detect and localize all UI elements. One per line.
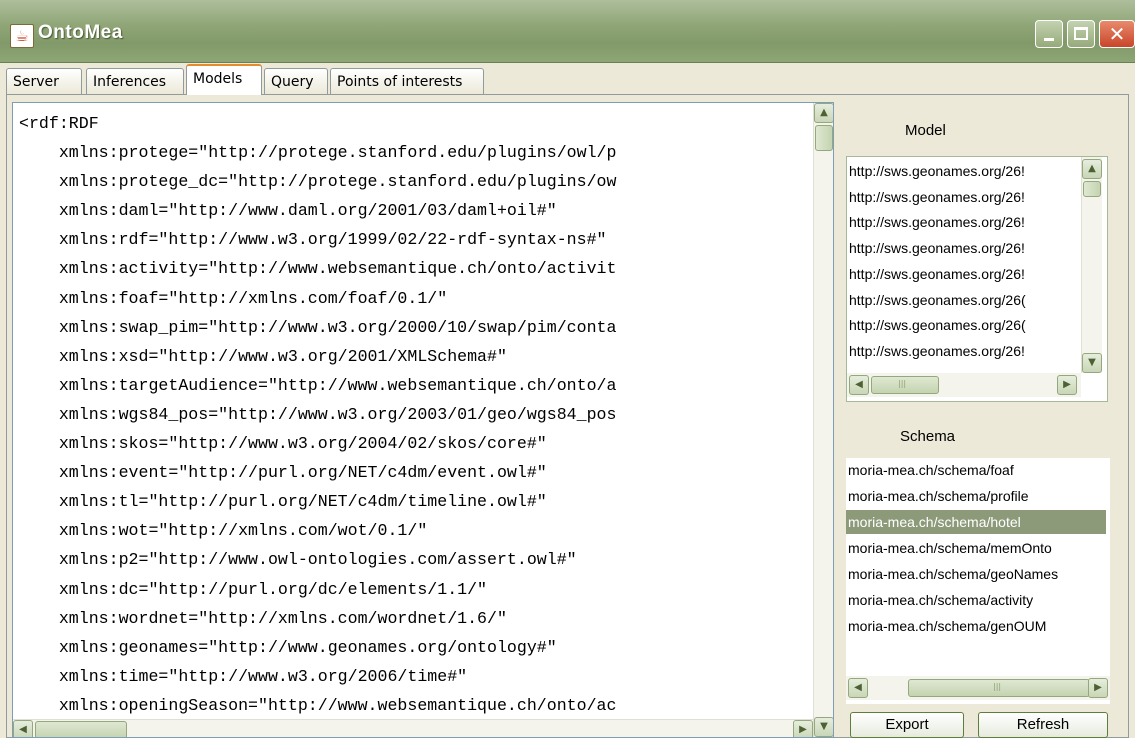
scroll-down-button[interactable]: ▼ xyxy=(814,717,833,737)
java-cup-icon: ☕ xyxy=(10,24,34,48)
model-list-item[interactable]: http://sws.geonames.org/26! xyxy=(849,159,1025,183)
rdf-text-editor[interactable]: <rdf:RDF xmlns:protege="http://protege.s… xyxy=(12,102,834,738)
code-line[interactable]: xmlns:wordnet="http://xmlns.com/wordnet/… xyxy=(19,604,616,633)
window-title: OntoMea xyxy=(38,22,123,43)
schema-list[interactable]: moria-mea.ch/schema/foaf moria-mea.ch/sch… xyxy=(846,458,1110,704)
scroll-left-button[interactable]: ◀ xyxy=(13,720,33,737)
scroll-left-button[interactable]: ◀ xyxy=(849,375,869,395)
model-list-item[interactable]: http://sws.geonames.org/26( xyxy=(849,288,1026,312)
scroll-up-button[interactable]: ▲ xyxy=(1082,159,1102,179)
schema-list-item[interactable]: moria-mea.ch/schema/memOnto xyxy=(848,536,1052,560)
code-line[interactable]: xmlns:activity="http://www.websemantique… xyxy=(19,254,617,283)
grip-icon: ||| xyxy=(898,379,907,388)
model-list-item[interactable]: http://sws.geonames.org/26! xyxy=(849,236,1025,260)
model-vertical-scrollbar[interactable]: ▲ ▼ xyxy=(1081,157,1102,373)
model-list-item[interactable]: http://sws.geonames.org/26( xyxy=(849,313,1026,337)
schema-list-item[interactable]: moria-mea.ch/schema/activity xyxy=(848,588,1033,612)
code-line[interactable]: xmlns:foaf="http://xmlns.com/foaf/0.1/" xyxy=(19,284,616,313)
refresh-button[interactable]: Refresh xyxy=(978,712,1108,738)
editor-vertical-scrollbar[interactable]: ▲ ▼ xyxy=(813,103,833,737)
code-line[interactable]: <rdf:RDF xyxy=(19,109,616,138)
export-button[interactable]: Export xyxy=(850,712,964,738)
code-line[interactable]: xmlns:wot="http://xmlns.com/wot/0.1/" xyxy=(19,516,616,545)
code-line[interactable]: xmlns:geonames="http://www.geonames.org/… xyxy=(19,633,616,662)
chevron-down-icon: ▼ xyxy=(1088,357,1096,368)
schema-label: Schema xyxy=(900,428,956,445)
code-line[interactable]: xmlns:p2="http://www.owl-ontologies.com/… xyxy=(19,545,616,574)
chevron-up-icon: ▲ xyxy=(820,107,828,118)
scroll-down-button[interactable]: ▼ xyxy=(1082,353,1102,373)
scroll-thumb[interactable] xyxy=(1083,181,1101,197)
scroll-thumb-horizontal[interactable] xyxy=(35,721,127,737)
chevron-right-icon: ▶ xyxy=(1094,682,1102,693)
code-line[interactable]: xmlns:openingSeason="http://www.webseman… xyxy=(19,691,617,720)
model-list-item[interactable]: http://sws.geonames.org/26! xyxy=(849,262,1025,286)
model-list-item[interactable]: http://sws.geonames.org/26! xyxy=(849,185,1025,209)
code-line[interactable]: xmlns:rdf="http://www.w3.org/1999/02/22-… xyxy=(19,225,616,254)
editor-horizontal-scrollbar[interactable]: ◀ ▶ xyxy=(13,719,813,737)
scroll-right-button[interactable]: ▶ xyxy=(1088,678,1108,698)
code-line[interactable]: xmlns:tl="http://purl.org/NET/c4dm/timel… xyxy=(19,487,616,516)
model-list-item[interactable]: http://sws.geonames.org/26! xyxy=(849,339,1025,363)
model-list-item[interactable]: http://sws.geonames.org/26! xyxy=(849,210,1025,234)
scroll-thumb[interactable] xyxy=(815,125,833,151)
code-line[interactable]: xmlns:dc="http://purl.org/dc/elements/1.… xyxy=(19,575,616,604)
chevron-left-icon: ◀ xyxy=(854,682,862,693)
chevron-down-icon: ▼ xyxy=(820,721,828,732)
model-list[interactable]: http://sws.geonames.org/26! http://sws.ge… xyxy=(846,156,1108,402)
code-line[interactable]: xmlns:wgs84_pos="http://www.w3.org/2003/… xyxy=(19,400,617,429)
scroll-thumb-horizontal[interactable]: ||| xyxy=(871,376,939,394)
schema-horizontal-scrollbar[interactable]: ◀ ||| ▶ xyxy=(846,676,1110,700)
scroll-right-button[interactable]: ▶ xyxy=(1057,375,1077,395)
title-bar[interactable]: ☕ OntoMea ✕ xyxy=(0,0,1135,63)
code-line[interactable]: xmlns:protege="http://protege.stanford.e… xyxy=(19,138,617,167)
maximize-icon xyxy=(1074,27,1088,40)
tab-points-of-interests[interactable]: Points of interests xyxy=(330,68,484,94)
close-button[interactable]: ✕ xyxy=(1099,20,1135,48)
close-icon: ✕ xyxy=(1108,22,1126,46)
code-line[interactable]: xmlns:targetAudience="http://www.websema… xyxy=(19,371,617,400)
schema-list-item[interactable]: moria-mea.ch/schema/geoNames xyxy=(848,562,1058,586)
schema-list-item[interactable]: moria-mea.ch/schema/foaf xyxy=(848,458,1014,482)
minimize-icon xyxy=(1044,38,1054,41)
chevron-left-icon: ◀ xyxy=(855,379,863,390)
scroll-thumb-horizontal[interactable]: ||| xyxy=(908,679,1090,697)
code-line[interactable]: xmlns:xsd="http://www.w3.org/2001/XMLSch… xyxy=(19,342,616,371)
code-line[interactable]: xmlns:protege_dc="http://protege.stanfor… xyxy=(19,167,617,196)
chevron-right-icon: ▶ xyxy=(1063,379,1071,390)
app-window: ☕ OntoMea ✕ Server Inferences Models Que… xyxy=(0,0,1135,738)
tab-query[interactable]: Query xyxy=(264,68,328,94)
model-horizontal-scrollbar[interactable]: ◀ ||| ▶ xyxy=(847,373,1081,397)
code-line[interactable]: xmlns:time="http://www.w3.org/2006/time#… xyxy=(19,662,616,691)
tab-models[interactable]: Models xyxy=(186,64,262,95)
maximize-button[interactable] xyxy=(1067,20,1095,48)
tab-server[interactable]: Server xyxy=(6,68,82,94)
code-line[interactable]: xmlns:swap_pim="http://www.w3.org/2000/1… xyxy=(19,313,617,342)
code-line[interactable]: xmlns:skos="http://www.w3.org/2004/02/sk… xyxy=(19,429,616,458)
code-line[interactable]: xmlns:event="http://purl.org/NET/c4dm/ev… xyxy=(19,458,616,487)
rdf-code[interactable]: <rdf:RDF xmlns:protege="http://protege.s… xyxy=(19,109,616,720)
scroll-right-button[interactable]: ▶ xyxy=(793,720,813,737)
chevron-left-icon: ◀ xyxy=(19,724,27,735)
chevron-right-icon: ▶ xyxy=(799,724,807,735)
tab-inferences[interactable]: Inferences xyxy=(86,68,184,94)
chevron-up-icon: ▲ xyxy=(1088,163,1096,174)
schema-list-item[interactable]: moria-mea.ch/schema/genOUM xyxy=(848,614,1046,638)
grip-icon: ||| xyxy=(993,682,1002,691)
schema-list-item[interactable]: moria-mea.ch/schema/hotel xyxy=(846,510,1106,534)
schema-list-item[interactable]: moria-mea.ch/schema/profile xyxy=(848,484,1029,508)
scroll-left-button[interactable]: ◀ xyxy=(848,678,868,698)
minimize-button[interactable] xyxy=(1035,20,1063,48)
code-line[interactable]: xmlns:daml="http://www.daml.org/2001/03/… xyxy=(19,196,616,225)
model-label: Model xyxy=(905,122,946,139)
scroll-up-button[interactable]: ▲ xyxy=(814,103,833,123)
